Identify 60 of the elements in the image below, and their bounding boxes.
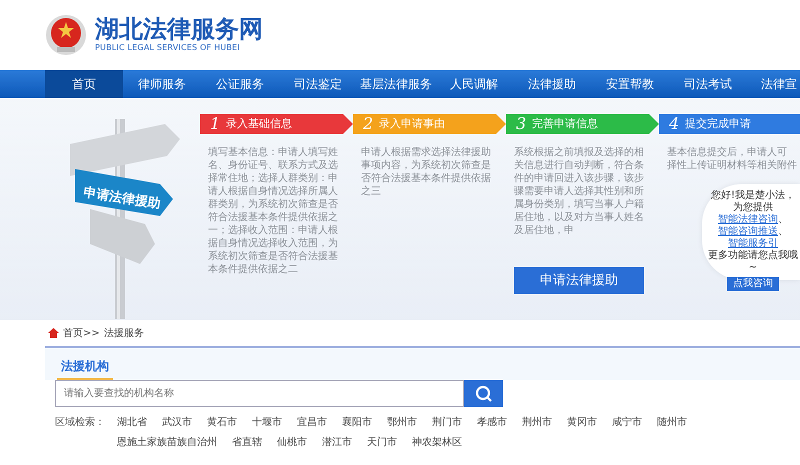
step-title: 录入基础信息	[226, 116, 292, 132]
nav-tab[interactable]: 律师服务	[123, 70, 201, 98]
step-number: 4	[669, 113, 680, 135]
step-title: 提交完成申请	[685, 116, 752, 132]
region-link[interactable]: 孝感市	[477, 415, 507, 431]
step-description: 系统根据之前填报及选择的相关信息进行自动判断，符合条件的申请回进入该步骤，该步骤需要申请人选择其性别和所属身份类别，填写当事人户籍居住地，以及对方当事人姓名及居住地，申	[514, 146, 645, 237]
step-number: 3	[516, 113, 526, 135]
ask-button[interactable]: 点我咨询	[727, 277, 779, 291]
step-title: 完善申请信息	[532, 116, 598, 132]
home-icon	[48, 328, 59, 338]
region-link[interactable]: 天门市	[367, 435, 397, 451]
step-title: 录入申请事由	[379, 116, 446, 132]
assistant-link[interactable]: 智能咨询推送	[718, 226, 778, 237]
region-link[interactable]: 荆州市	[522, 415, 552, 431]
step-description: 申请人根据需求选择法律援助事项内容，为系统初次筛查是否符合法援基本条件提供依据之三	[361, 146, 492, 198]
search-icon	[474, 385, 492, 404]
nav-tab[interactable]: 司法鉴定	[279, 70, 357, 98]
region-link[interactable]: 咸宁市	[612, 415, 642, 431]
region-link[interactable]: 随州市	[657, 415, 687, 431]
nav-tab[interactable]: 基层法律服务	[357, 70, 435, 98]
region-link[interactable]: 黄冈市	[567, 415, 597, 431]
assistant-link[interactable]: 智能服务引	[728, 238, 778, 249]
region-link[interactable]: 襄阳市	[342, 415, 372, 431]
breadcrumb-link[interactable]: 首页>>	[63, 326, 100, 340]
region-link[interactable]: 十堰市	[252, 415, 282, 431]
filter-label: 区域检索：	[55, 416, 105, 430]
site-title: 湖北法律服务网	[95, 16, 263, 42]
search-button[interactable]	[464, 380, 503, 407]
search-field[interactable]: 请输入要查找的机构名称	[55, 380, 464, 407]
assistant-hint: 更多功能请您点我哦~	[708, 250, 798, 274]
region-link[interactable]: 黄石市	[207, 415, 237, 431]
step-number: 1	[210, 113, 220, 135]
region-link[interactable]: 恩施土家族苗族自治州	[117, 435, 217, 451]
region-link[interactable]: 鄂州市	[387, 415, 417, 431]
region-link[interactable]: 宜昌市	[297, 415, 327, 431]
site-subtitle: PUBLIC LEGAL SERVICES OF HUBEI	[95, 42, 241, 54]
breadcrumb-link[interactable]: 法援服务	[104, 326, 144, 340]
region-link[interactable]: 仙桃市	[277, 435, 307, 451]
assistant-link[interactable]: 智能法律咨询	[718, 214, 778, 225]
nav-tab[interactable]: 司法考试	[669, 70, 747, 98]
step-description: 填写基本信息：申请人填写姓名、身份证号、联系方式及选择常住地；选择人群类别：申请人根据自身情况选择所属人群类别，为系统初次筛查是否符合法援基本条件提供依据之一；选择收入范围：申请人根据自身情况选择收入范围，为系统初次筛查是否符合法援基本条件提供依据之二	[208, 146, 339, 276]
sign-label: 申请法律援助	[82, 185, 162, 212]
region-link[interactable]: 武汉市	[162, 415, 192, 431]
nav-tab[interactable]: 安置帮教	[591, 70, 669, 98]
region-link[interactable]: 省直辖	[232, 435, 262, 451]
apply-button[interactable]: 申请法律援助	[514, 267, 644, 294]
region-link[interactable]: 潜江市	[322, 435, 352, 451]
nav-tab[interactable]: 法律宣	[747, 70, 797, 98]
nav-tab[interactable]: 首页	[45, 70, 123, 98]
step-description: 择性上传证明材料等相关附件	[667, 159, 798, 172]
nav-tab[interactable]: 人民调解	[435, 70, 513, 98]
emblem-logo	[45, 13, 87, 57]
step-number: 2	[363, 113, 374, 135]
nav-tab[interactable]: 公证服务	[201, 70, 279, 98]
region-link[interactable]: 神农架林区	[412, 435, 462, 451]
step-description: 基本信息提交后，申请人可	[667, 146, 788, 159]
region-link[interactable]: 湖北省	[117, 415, 147, 431]
region-link[interactable]: 荆门市	[432, 415, 462, 431]
assistant-greeting: 您好!我是楚小法， 为您提供 智能法律咨询、 智能咨询推送、 智能服务引	[710, 190, 796, 250]
nav-tab[interactable]: 法律援助	[513, 70, 591, 98]
